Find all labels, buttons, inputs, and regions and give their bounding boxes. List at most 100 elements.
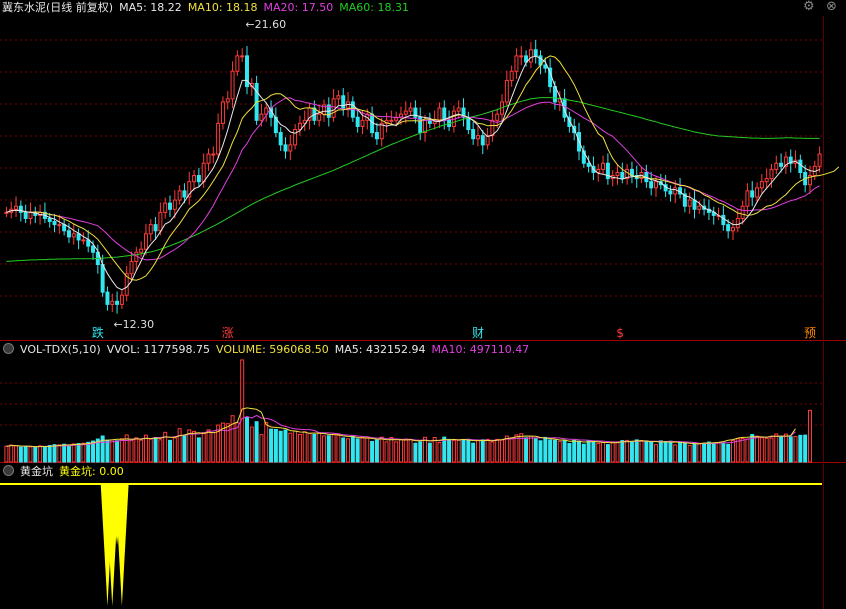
volume-bar <box>807 409 812 463</box>
candle-body <box>172 199 177 210</box>
volume-bar <box>692 442 697 463</box>
candle-body <box>168 202 172 210</box>
volume-bar <box>249 426 254 463</box>
volume-bar <box>168 439 172 463</box>
candle-body <box>620 171 625 180</box>
volume-bar <box>634 439 639 463</box>
candle-body <box>668 190 673 195</box>
candle-body <box>471 129 476 140</box>
candle-body <box>259 113 264 121</box>
volume-bar <box>225 423 230 463</box>
candle-body <box>697 205 702 210</box>
volume-bar <box>629 441 634 463</box>
volume-bar <box>259 434 264 463</box>
candle-body <box>466 116 471 131</box>
candle-body <box>759 181 764 189</box>
candle-body <box>293 129 298 146</box>
volume-bar <box>211 431 216 463</box>
candle-body <box>615 171 620 177</box>
volume-bar <box>158 439 163 463</box>
volume-bar <box>119 438 124 463</box>
volume-bar <box>14 445 19 463</box>
candle-body <box>769 168 774 180</box>
candle-body <box>317 113 322 121</box>
volume-bar <box>57 444 62 463</box>
candle-body <box>158 211 163 232</box>
volume-bar <box>552 439 557 463</box>
volume-bars <box>4 359 812 463</box>
volume-bar <box>389 436 394 463</box>
volume-bar <box>759 437 764 463</box>
volume-bar <box>442 436 447 463</box>
volume-bar <box>586 440 591 463</box>
volume-bar <box>533 438 538 463</box>
volume-bar <box>18 446 23 463</box>
candle-body <box>23 211 28 219</box>
candle-body <box>331 98 336 118</box>
volume-bar <box>288 432 293 463</box>
volume-bar <box>495 438 500 463</box>
candle-body <box>148 224 153 235</box>
ma5-line <box>6 55 820 291</box>
volume-bar <box>302 431 307 463</box>
volume-bar <box>562 440 567 463</box>
candle-body <box>47 217 52 223</box>
volume-bar <box>500 439 505 463</box>
candle-body <box>504 79 509 103</box>
candle-body <box>519 55 524 58</box>
candle-body <box>437 107 442 121</box>
volume-bar <box>716 442 721 463</box>
candle-body <box>509 70 514 81</box>
candle-body <box>62 224 67 232</box>
candle-body <box>4 211 9 214</box>
candle-body <box>129 260 134 275</box>
volume-bar <box>350 435 355 463</box>
volume-bar <box>461 439 466 463</box>
volume-bar <box>148 438 153 463</box>
volume-bar <box>9 444 14 463</box>
volume-bar <box>341 437 346 463</box>
candle-body <box>288 144 293 152</box>
candle-body <box>177 190 182 201</box>
volume-bar <box>793 436 798 463</box>
event-marker: 财 <box>472 326 484 340</box>
candle-body <box>456 107 461 112</box>
candle-body <box>225 98 230 103</box>
volume-bar <box>504 435 509 463</box>
volume-bar <box>601 441 606 463</box>
volume-bar <box>293 430 298 463</box>
volume-bar <box>384 441 389 463</box>
candle-body <box>798 159 803 173</box>
volume-bar <box>4 445 9 463</box>
volume-bar <box>783 433 788 463</box>
volume-bar <box>355 438 360 463</box>
volume-bar <box>269 428 274 463</box>
volume-bar <box>427 442 432 463</box>
volume-bar <box>403 438 408 463</box>
candle-body <box>163 202 168 213</box>
volume-bar <box>278 430 283 463</box>
stock-chart[interactable]: ←21.60 ←12.30 跌 涨 财 $ 预 <box>0 0 846 609</box>
candle-body <box>490 119 495 137</box>
volume-bar <box>803 434 808 463</box>
candle-body <box>18 205 23 213</box>
volume-bar <box>524 437 529 463</box>
candle-body <box>740 205 745 219</box>
volume-bar <box>735 438 740 463</box>
candle-body <box>692 199 697 210</box>
volume-bar <box>779 436 784 463</box>
volume-bar <box>548 439 553 463</box>
volume-bar <box>755 435 760 463</box>
volume-bar <box>615 441 620 463</box>
volume-bar <box>110 439 115 463</box>
candle-body <box>206 153 211 164</box>
volume-bar <box>346 438 351 463</box>
volume-bar <box>86 441 91 463</box>
volume-bar <box>134 437 139 463</box>
volume-bar <box>485 438 490 463</box>
volume-bar <box>394 441 399 463</box>
volume-bar <box>273 428 278 463</box>
volume-bar <box>360 436 365 463</box>
volume-bar <box>418 441 423 463</box>
candle-body <box>480 135 485 146</box>
